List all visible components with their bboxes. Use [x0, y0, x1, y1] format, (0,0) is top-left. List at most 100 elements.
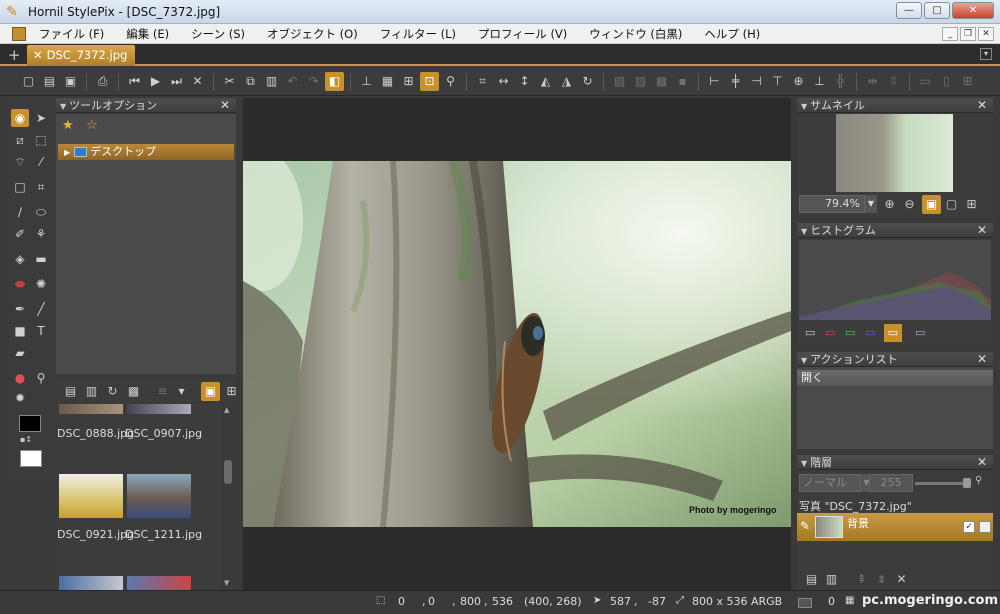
open-folder-icon[interactable]: ▤: [40, 72, 59, 91]
lasso-tool-icon[interactable]: ⌔: [11, 153, 29, 171]
thumbnail-image[interactable]: [59, 404, 123, 414]
layer-lock-icon[interactable]: [979, 521, 991, 533]
doc-close-button[interactable]: ✕: [978, 27, 994, 41]
menu-file[interactable]: ファイル (F): [28, 24, 115, 44]
ruler-icon[interactable]: ⊥: [357, 72, 376, 91]
zoom-dropdown-icon[interactable]: ▼: [865, 195, 877, 213]
scrollbar-thumb[interactable]: [224, 460, 232, 484]
add-favorite-icon[interactable]: ☆: [86, 118, 98, 133]
channel-luminance-icon[interactable]: ▭: [884, 324, 902, 342]
layer-edit-icon[interactable]: ✎: [800, 519, 810, 533]
clone-tool-icon[interactable]: ⚘: [32, 225, 50, 243]
fill-tool-icon[interactable]: ◈: [11, 250, 29, 268]
layer-visible-checkbox[interactable]: ✓: [963, 521, 975, 533]
menu-profile[interactable]: プロフィール (V): [467, 24, 578, 44]
flip-horizontal-icon[interactable]: ↔: [494, 72, 513, 91]
thumbnail-image[interactable]: [127, 404, 191, 414]
first-frame-icon[interactable]: ⏮: [125, 72, 144, 91]
opacity-input[interactable]: 255: [869, 474, 913, 492]
actual-size-icon[interactable]: ▢: [942, 195, 961, 214]
panel-close-icon[interactable]: ✕: [977, 352, 987, 367]
channel-green-icon[interactable]: ▭: [845, 326, 855, 339]
distribute-v-icon[interactable]: ⇳: [884, 72, 903, 91]
new-tab-button[interactable]: +: [8, 46, 21, 64]
action-item[interactable]: 開く: [797, 370, 993, 386]
arrange-front-icon[interactable]: ▧: [610, 72, 629, 91]
pen-tool-icon[interactable]: ✒: [11, 300, 29, 318]
sort-icon[interactable]: ≡: [153, 382, 172, 401]
new-file-icon[interactable]: ▢: [19, 72, 38, 91]
thumbnail-image[interactable]: [127, 474, 191, 518]
menu-scene[interactable]: シーン (S): [180, 24, 256, 44]
menu-filter[interactable]: フィルター (L): [369, 24, 467, 44]
tab-document[interactable]: ✕ DSC_7372.jpg: [27, 45, 136, 66]
fit-height-icon[interactable]: ▯: [937, 72, 956, 91]
document-icon[interactable]: [12, 26, 26, 41]
thumbnail-image[interactable]: [59, 576, 123, 590]
panel-close-icon[interactable]: ✕: [977, 223, 987, 238]
maximize-button[interactable]: □: [924, 2, 950, 19]
panel-close-icon[interactable]: ✕: [977, 455, 987, 470]
list-view-icon[interactable]: ⊞: [222, 382, 241, 401]
grid-icon[interactable]: ▦: [378, 72, 397, 91]
crop-icon[interactable]: ⌗: [473, 72, 492, 91]
minimize-button[interactable]: —: [896, 2, 922, 19]
thumbnail-view-icon[interactable]: ▣: [201, 382, 220, 401]
move-layer-up-icon[interactable]: ⇞: [852, 570, 871, 589]
delete-file-icon[interactable]: ▩: [124, 382, 143, 401]
foreground-color-swatch[interactable]: [19, 415, 41, 432]
red-eye-tool-icon[interactable]: ⬬: [11, 275, 29, 293]
thumbnail-scrollbar[interactable]: ▲ ▼: [222, 404, 234, 590]
snap-icon[interactable]: ⊞: [399, 72, 418, 91]
color-tool-icon[interactable]: ●: [11, 369, 29, 387]
text-tool-icon[interactable]: T: [32, 322, 50, 340]
image-tool-icon[interactable]: ▰: [11, 344, 29, 362]
fit-width-icon[interactable]: ▭: [916, 72, 935, 91]
distribute-icon[interactable]: ╬: [831, 72, 850, 91]
align-right-icon[interactable]: ⊣: [747, 72, 766, 91]
shape-tool-icon[interactable]: ■: [11, 322, 29, 340]
align-bottom-icon[interactable]: ⊥: [810, 72, 829, 91]
align-center-icon[interactable]: ╪: [726, 72, 745, 91]
skew-left-icon[interactable]: ◭: [536, 72, 555, 91]
pencil-tool-icon[interactable]: ✐: [11, 225, 29, 243]
thumbnail-image[interactable]: [127, 576, 191, 590]
align-top-icon[interactable]: ⊤: [768, 72, 787, 91]
folder-tree-item[interactable]: ▶ デスクトップ: [58, 144, 234, 160]
channel-all-icon[interactable]: ▭: [805, 326, 815, 339]
background-color-swatch[interactable]: [20, 450, 42, 467]
delete-layer-icon[interactable]: ✕: [892, 570, 911, 589]
arrange-forward-icon[interactable]: ▨: [631, 72, 650, 91]
swap-colors-icon[interactable]: ▪↕: [20, 435, 32, 444]
brush-tool-icon[interactable]: ∕: [11, 203, 29, 221]
layer-row[interactable]: ✎ 背景 ✓: [797, 513, 993, 541]
settings-tool-icon[interactable]: ✹: [11, 389, 29, 407]
play-icon[interactable]: ▶: [146, 72, 165, 91]
guide-icon[interactable]: ⊡: [420, 72, 439, 91]
duplicate-layer-icon[interactable]: ▥: [822, 570, 841, 589]
rect-select-tool-icon[interactable]: ⬚: [32, 131, 50, 149]
stamp-icon[interactable]: ⚲: [441, 72, 460, 91]
skew-right-icon[interactable]: ◮: [557, 72, 576, 91]
flip-vertical-icon[interactable]: ↕: [515, 72, 534, 91]
crop-tool-icon[interactable]: ⌗: [32, 178, 50, 196]
panel-close-icon[interactable]: ✕: [977, 98, 987, 113]
undo-icon[interactable]: ↶: [283, 72, 302, 91]
photo-canvas[interactable]: [243, 161, 791, 527]
channel-red-icon[interactable]: ▭: [825, 326, 835, 339]
new-layer-icon[interactable]: ▤: [802, 570, 821, 589]
tab-close-icon[interactable]: ✕: [33, 48, 43, 62]
redo-icon[interactable]: ↷: [304, 72, 323, 91]
gradient-tool-icon[interactable]: ▬: [32, 250, 50, 268]
folder-up-icon[interactable]: ▤: [61, 382, 80, 401]
rotate-icon[interactable]: ↻: [578, 72, 597, 91]
print-icon[interactable]: ⎙: [93, 72, 112, 91]
move-layer-down-icon[interactable]: ⇟: [872, 570, 891, 589]
fit-window-icon[interactable]: ▣: [922, 195, 941, 214]
zoom-in-icon[interactable]: ⊕: [880, 195, 899, 214]
line-tool-icon[interactable]: ╱: [32, 300, 50, 318]
zoom-value[interactable]: 79.4%: [799, 195, 865, 213]
transform-tool-icon[interactable]: ⧄: [11, 131, 29, 149]
panel-close-icon[interactable]: ✕: [220, 98, 230, 113]
dropdown-icon[interactable]: ▾: [172, 382, 191, 401]
